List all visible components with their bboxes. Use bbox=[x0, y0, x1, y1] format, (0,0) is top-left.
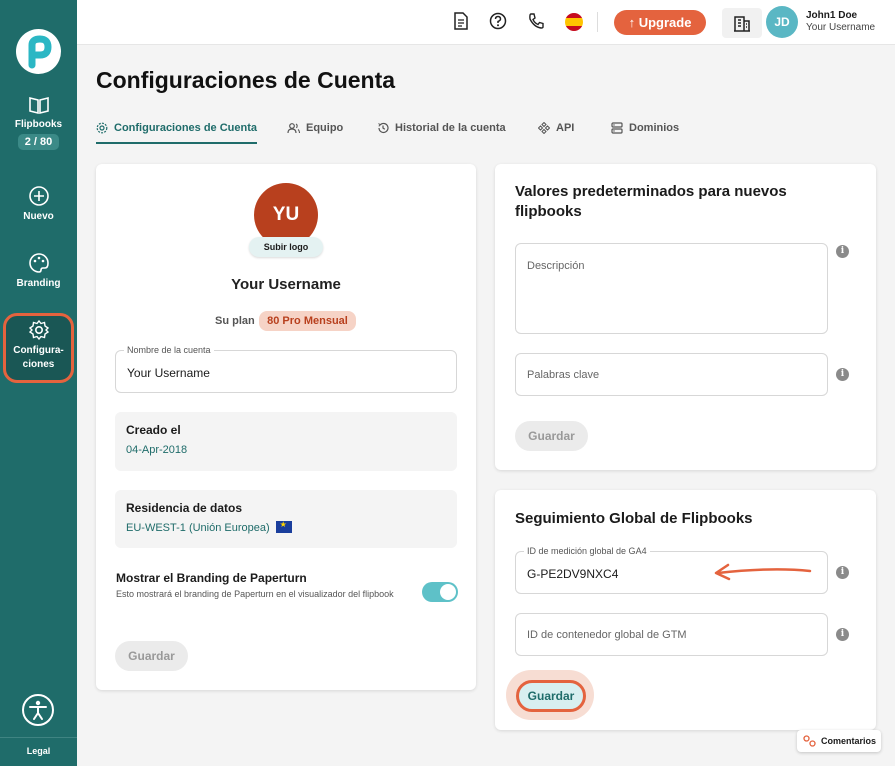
tab-account-settings[interactable]: Configuraciones de Cuenta bbox=[96, 122, 258, 144]
ga4-label: ID de medición global de GA4 bbox=[524, 546, 650, 556]
tab-label: Equipo bbox=[306, 122, 344, 134]
tab-team[interactable]: Equipo bbox=[287, 122, 343, 144]
user-subtitle: Your Username bbox=[806, 22, 876, 33]
sidebar-item-label: ciones bbox=[22, 359, 55, 370]
info-icon[interactable]: i bbox=[836, 245, 849, 258]
sidebar-item-settings[interactable]: Configura- ciones bbox=[0, 319, 77, 370]
branding-toggle-title: Mostrar el Branding de Paperturn bbox=[116, 571, 307, 585]
tab-label: Configuraciones de Cuenta bbox=[114, 122, 258, 134]
palette-icon bbox=[28, 253, 49, 273]
document-icon[interactable] bbox=[453, 12, 469, 30]
sidebar-item-label: Branding bbox=[16, 278, 61, 289]
organization-button[interactable] bbox=[722, 8, 762, 38]
eu-flag-icon bbox=[275, 520, 292, 533]
created-value: 04-Apr-2018 bbox=[126, 444, 188, 456]
keywords-field[interactable]: Palabras clave bbox=[515, 353, 828, 396]
data-residency-value: EU-WEST-1 (Unión Europea) bbox=[126, 520, 292, 534]
feedback-icon bbox=[803, 735, 816, 747]
toggle-knob bbox=[440, 584, 456, 600]
created-label: Creado el bbox=[126, 423, 181, 437]
tab-label: API bbox=[556, 122, 575, 134]
users-icon bbox=[287, 123, 301, 134]
gtm-field[interactable]: ID de contenedor global de GTM bbox=[515, 613, 828, 656]
plan-badge: 80 Pro Mensual bbox=[259, 311, 356, 331]
tracking-save-button[interactable]: Guardar bbox=[516, 680, 586, 712]
divider bbox=[597, 12, 598, 32]
ga4-value: G-PE2DV9NXC4 bbox=[527, 567, 619, 581]
account-username: Your Username bbox=[231, 276, 341, 293]
sidebar-item-label: Nuevo bbox=[23, 211, 54, 222]
accessibility-icon bbox=[29, 700, 47, 720]
sidebar-item-new[interactable]: Nuevo bbox=[0, 185, 77, 222]
data-residency-box: Residencia de datos EU-WEST-1 (Unión Eur… bbox=[115, 490, 457, 548]
top-bar: ↑ Upgrade JD John1 Doe Your Username bbox=[77, 0, 895, 45]
feedback-button[interactable]: Comentarios bbox=[797, 730, 881, 752]
description-field[interactable]: Descripción bbox=[515, 243, 828, 334]
plan-label: Su plan bbox=[215, 315, 255, 327]
help-icon[interactable] bbox=[489, 12, 507, 30]
gear-icon bbox=[28, 319, 49, 341]
feedback-label: Comentarios bbox=[821, 736, 877, 746]
page-title: Configuraciones de Cuenta bbox=[96, 67, 396, 93]
tab-account-history[interactable]: Historial de la cuenta bbox=[377, 122, 506, 144]
sidebar-item-label: Flipbooks bbox=[14, 119, 63, 130]
book-icon bbox=[28, 96, 49, 115]
annotation-arrow-icon bbox=[714, 563, 812, 581]
branding-toggle[interactable] bbox=[422, 582, 458, 602]
keywords-placeholder: Palabras clave bbox=[527, 369, 600, 381]
branding-toggle-description: Esto mostrará el branding de Paperturn e… bbox=[116, 589, 394, 599]
tab-label: Dominios bbox=[629, 122, 680, 134]
account-name-value: Your Username bbox=[127, 366, 210, 380]
user-name: John1 Doe bbox=[806, 10, 858, 21]
plus-circle-icon bbox=[28, 186, 49, 206]
history-icon bbox=[378, 122, 389, 134]
created-box: Creado el 04-Apr-2018 bbox=[115, 412, 457, 471]
tracking-title: Seguimiento Global de Flipbooks bbox=[515, 510, 753, 527]
sidebar-item-label: Configura- bbox=[13, 345, 64, 356]
legal-link[interactable]: Legal bbox=[0, 746, 77, 756]
account-name-label: Nombre de la cuenta bbox=[124, 345, 214, 355]
flipbook-counter: 2 / 80 bbox=[17, 134, 60, 150]
phone-icon[interactable] bbox=[528, 12, 544, 30]
tab-api[interactable]: API bbox=[537, 121, 575, 144]
tab-label: Historial de la cuenta bbox=[395, 122, 506, 134]
paperturn-logo[interactable] bbox=[16, 29, 61, 74]
data-residency-label: Residencia de datos bbox=[126, 501, 243, 515]
data-residency-text: EU-WEST-1 (Unión Europea) bbox=[126, 522, 270, 534]
avatar[interactable]: JD bbox=[766, 6, 798, 38]
sidebar-item-branding[interactable]: Branding bbox=[0, 252, 77, 289]
description-placeholder: Descripción bbox=[527, 260, 585, 272]
gear-icon bbox=[96, 122, 108, 134]
defaults-title: Valores predeterminados para nuevos flip… bbox=[515, 183, 787, 220]
account-save-button[interactable]: Guardar bbox=[115, 641, 188, 671]
tab-domains[interactable]: Dominios bbox=[611, 122, 679, 144]
defaults-save-button[interactable]: Guardar bbox=[515, 421, 588, 451]
arrow-up-icon: ↑ bbox=[628, 15, 639, 30]
api-icon bbox=[537, 121, 551, 135]
language-flag-icon[interactable] bbox=[565, 13, 583, 31]
gtm-placeholder: ID de contenedor global de GTM bbox=[527, 629, 687, 641]
accessibility-button[interactable] bbox=[22, 694, 54, 726]
server-icon bbox=[611, 122, 623, 134]
divider bbox=[0, 737, 77, 738]
account-name-field[interactable]: Nombre de la cuenta Your Username bbox=[115, 345, 457, 393]
info-icon[interactable]: i bbox=[836, 628, 849, 641]
sidebar: Flipbooks 2 / 80 Nuevo Branding Configur… bbox=[0, 0, 77, 766]
building-icon bbox=[734, 16, 750, 32]
upgrade-label: Upgrade bbox=[638, 15, 692, 30]
info-icon[interactable]: i bbox=[836, 566, 849, 579]
sidebar-item-flipbooks[interactable]: Flipbooks 2 / 80 bbox=[0, 95, 77, 150]
upgrade-button[interactable]: ↑ Upgrade bbox=[614, 10, 706, 35]
upload-logo-button[interactable]: Subir logo bbox=[249, 237, 323, 257]
info-icon[interactable]: i bbox=[836, 368, 849, 381]
